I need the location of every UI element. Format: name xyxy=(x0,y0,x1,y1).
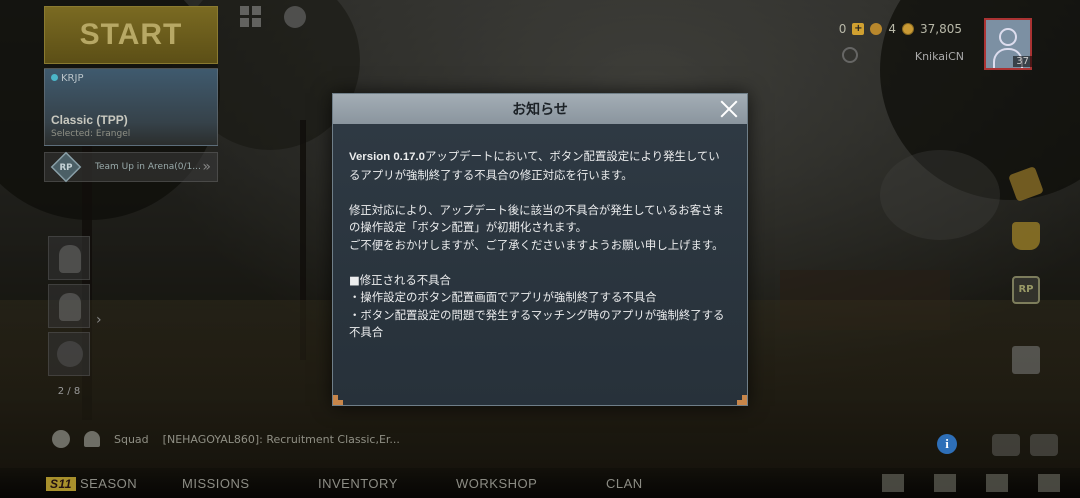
expand-friends-icon[interactable]: › xyxy=(96,312,102,328)
friend-avatar[interactable] xyxy=(48,332,90,376)
close-icon[interactable] xyxy=(715,95,743,123)
server-region: KRJP xyxy=(51,73,84,84)
selected-map: Selected: Erangel xyxy=(51,129,131,139)
team-up-row[interactable]: RP Team Up in Arena(0/1... » xyxy=(44,151,218,183)
bottom-nav: S11 SEASON MISSIONS INVENTORY WORKSHOP CL… xyxy=(0,468,1080,498)
game-mode-card[interactable]: KRJP Classic (TPP) Selected: Erangel xyxy=(44,68,218,146)
player-level: 37 xyxy=(1013,56,1032,67)
friends-list xyxy=(48,236,90,380)
currency-bar: 0 + 4 37,805 xyxy=(839,22,962,36)
fix-list-title: ■修正される不具合 xyxy=(349,272,451,287)
royale-pass-icon[interactable]: RP xyxy=(1012,276,1040,304)
notice-paragraph-1: Version 0.17.0アップデートにおいて、ボタン配置設定により発生してい… xyxy=(349,149,720,182)
currency-b-value: 4 xyxy=(888,22,896,36)
fix-list-item: ・操作設定のボタン配置画面でアプリが強制終了する不具合 xyxy=(349,290,657,304)
currency-a-value: 0 xyxy=(838,22,847,36)
chat-channel: Squad xyxy=(114,432,149,446)
rp-badge-icon: RP xyxy=(50,151,82,183)
season-badge: S11 xyxy=(46,477,76,491)
mode-name: Classic (TPP) xyxy=(51,113,128,127)
player-name: KnikaiCN xyxy=(914,50,964,63)
gift-icon[interactable] xyxy=(1012,346,1040,374)
version-label: Version 0.17.0 xyxy=(349,151,425,163)
add-currency-icon[interactable]: + xyxy=(852,23,865,35)
bell-icon[interactable] xyxy=(84,431,100,447)
stats-icon[interactable] xyxy=(882,474,904,492)
region-dot-icon xyxy=(51,74,58,81)
friend-count: 2 / 8 xyxy=(57,386,81,397)
dialog-title: お知らせ xyxy=(512,102,568,118)
chevron-right-icon: » xyxy=(202,159,211,175)
currency-c-value: 37,805 xyxy=(920,22,962,36)
notice-paragraph-2: 修正対応により、アップデート後に該当の不具合が発生しているお客さまの操作設定「ボ… xyxy=(349,202,724,235)
nav-inventory[interactable]: INVENTORY xyxy=(318,476,398,491)
info-icon[interactable]: i xyxy=(937,434,957,454)
uc-icon xyxy=(870,23,883,35)
settings-icon[interactable] xyxy=(986,474,1008,492)
dialog-body: Version 0.17.0アップデートにおいて、ボタン配置設定により発生してい… xyxy=(349,148,731,342)
chat-message: [NEHAGOYAL860]: Recruitment Classic,Er..… xyxy=(162,432,400,446)
grid-menu-icon[interactable] xyxy=(240,6,262,28)
nav-season[interactable]: S11 SEASON xyxy=(46,476,137,491)
bp-coin-icon xyxy=(902,23,914,35)
microphone-icon[interactable] xyxy=(284,6,306,28)
menu-icon[interactable] xyxy=(1038,474,1060,492)
notice-dialog: お知らせ Version 0.17.0アップデートにおいて、ボタン配置設定により… xyxy=(332,93,748,406)
notice-paragraph-3: ご不便をおかけしますが、ご了承くださいますようお願い申し上げます。 xyxy=(349,237,724,252)
corner-ornament xyxy=(737,395,747,405)
nav-workshop[interactable]: WORKSHOP xyxy=(456,476,537,491)
chat-icon[interactable] xyxy=(52,430,70,448)
speaker-icon[interactable] xyxy=(992,434,1020,456)
start-button[interactable]: START xyxy=(44,6,218,64)
nav-missions[interactable]: MISSIONS xyxy=(182,476,250,491)
friend-avatar[interactable] xyxy=(48,236,90,280)
dialog-header: お知らせ xyxy=(333,94,747,124)
mail-icon[interactable] xyxy=(934,474,956,492)
sync-icon[interactable] xyxy=(842,47,858,63)
friend-avatar[interactable] xyxy=(48,284,90,328)
chat-row[interactable]: Squad [NEHAGOYAL860]: Recruitment Classi… xyxy=(52,430,400,448)
microphone-toggle-icon[interactable] xyxy=(1030,434,1058,456)
trophy-icon[interactable] xyxy=(1012,222,1040,250)
fix-list-item: ・ボタン配置設定の問題で発生するマッチング時のアプリが強制終了する不具合 xyxy=(349,307,725,340)
corner-ornament xyxy=(333,395,343,405)
team-up-label: Team Up in Arena(0/1... xyxy=(95,162,201,172)
nav-clan[interactable]: CLAN xyxy=(606,476,643,491)
